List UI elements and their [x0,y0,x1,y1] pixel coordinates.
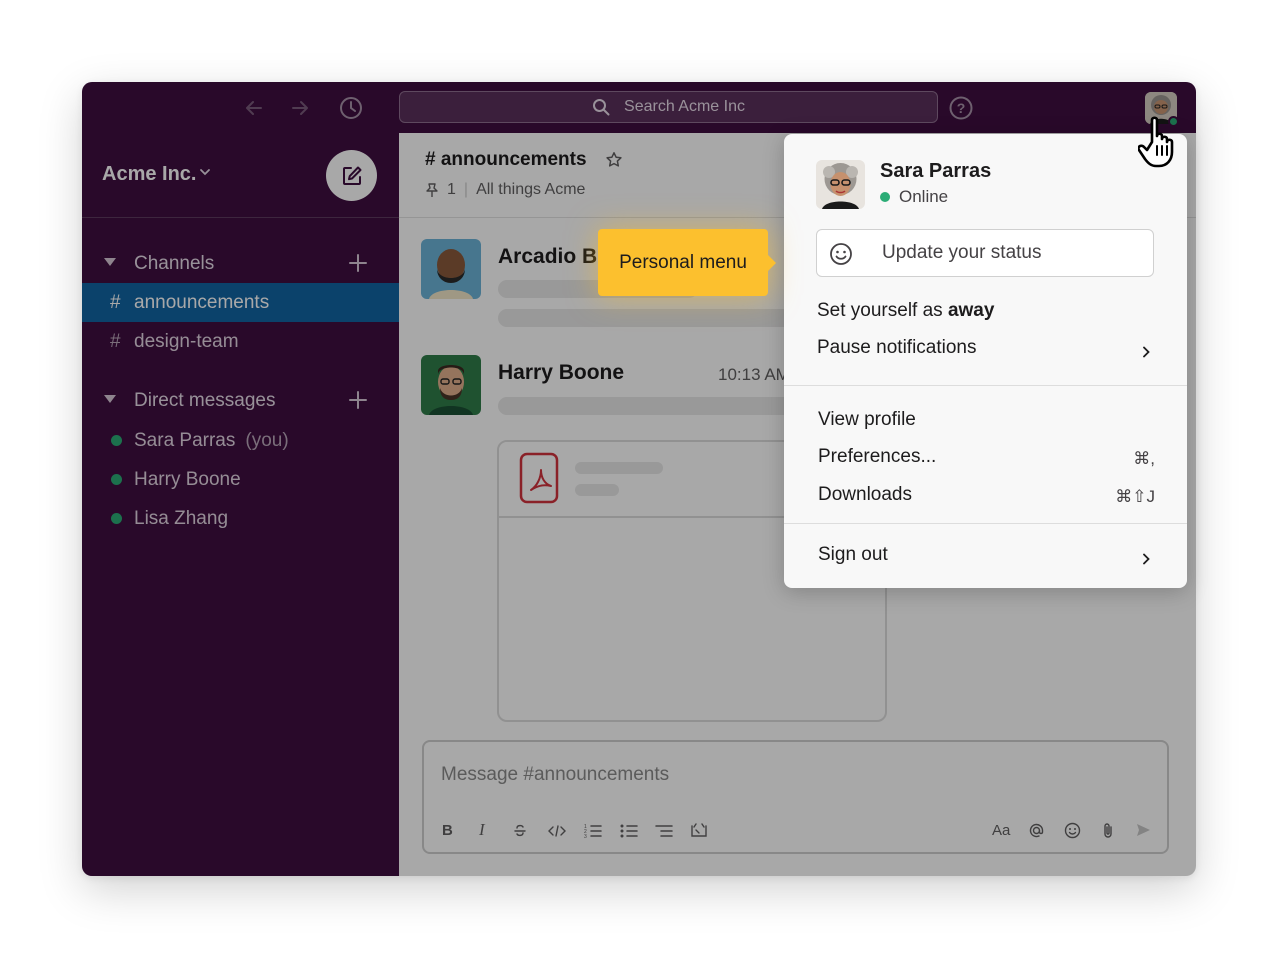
presence-status: Online [880,187,948,207]
hand-pointer-cursor-icon [1138,116,1174,168]
personal-menu-tooltip: Personal menu [598,229,768,296]
chevron-right-icon [1143,346,1150,358]
preferences-shortcut: ⌘, [1133,449,1155,468]
view-profile-item[interactable]: View profile [818,409,916,431]
menu-divider [784,523,1187,524]
avatar [816,160,865,209]
update-status-placeholder: Update your status [882,242,1042,263]
preferences-item[interactable]: Preferences... [818,446,936,468]
personal-menu: Sara Parras Online Update your status Se… [784,134,1187,588]
presence-label: Online [899,187,949,206]
set-away-item[interactable]: Set yourself as away [817,300,994,322]
tooltip-arrow [768,255,776,271]
online-dot-icon [880,192,890,202]
chevron-right-icon [1143,553,1150,565]
emoji-icon[interactable] [829,242,853,266]
downloads-item[interactable]: Downloads [818,484,912,506]
sign-out-item[interactable]: Sign out [818,544,888,566]
menu-user-name: Sara Parras [880,160,992,182]
menu-divider [784,385,1187,386]
pause-notifications-item[interactable]: Pause notifications [817,337,977,359]
update-status-input[interactable]: Update your status [816,229,1154,277]
downloads-shortcut: ⌘⇧J [1115,487,1155,506]
